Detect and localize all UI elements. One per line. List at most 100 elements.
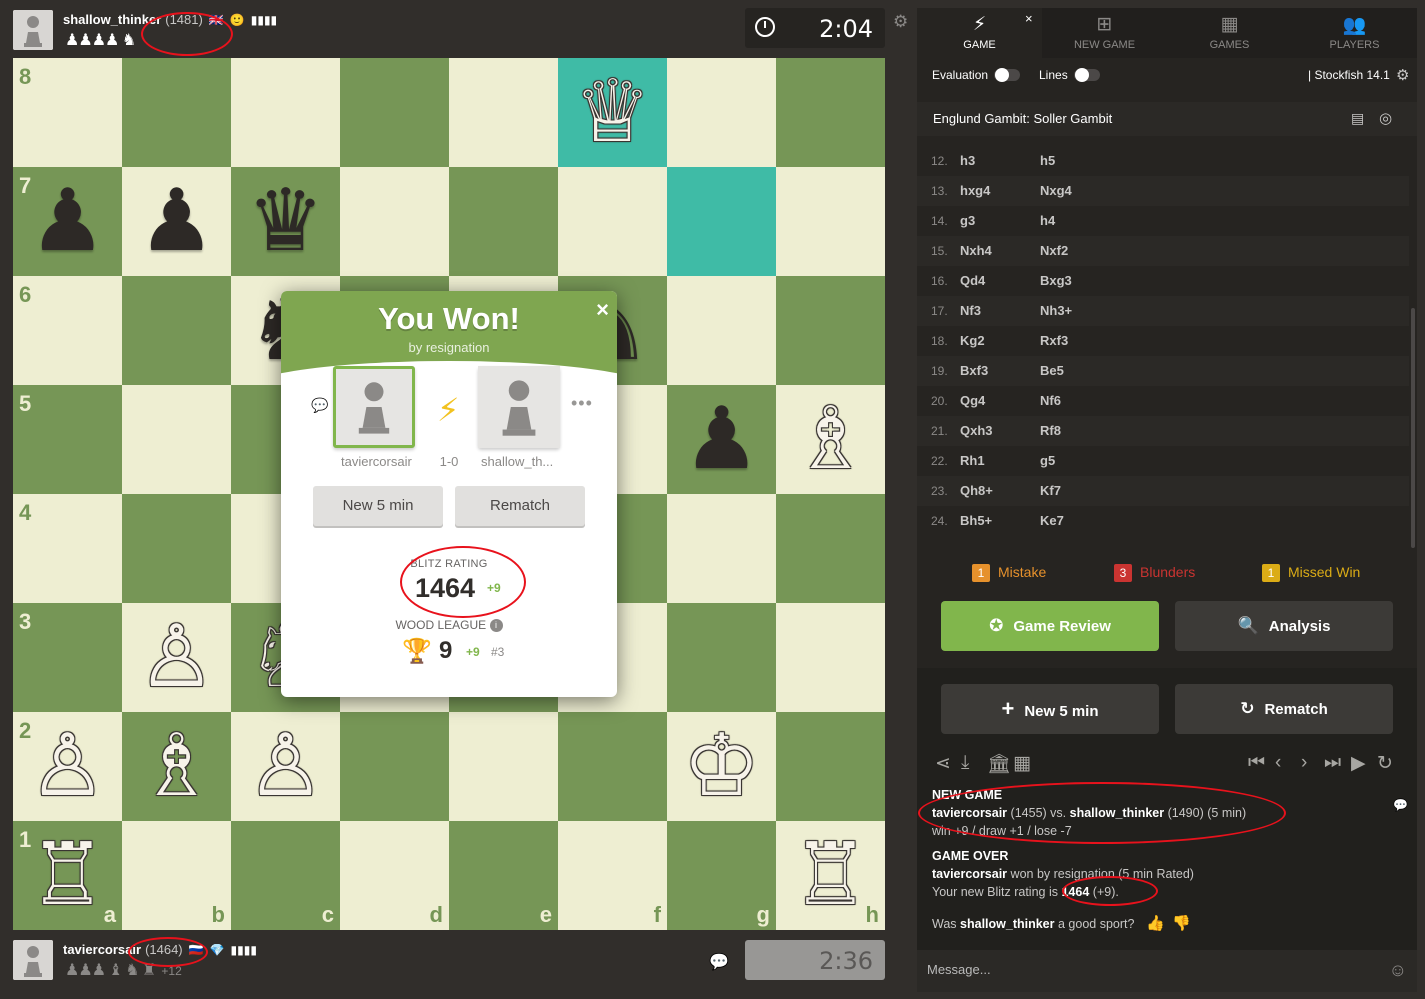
square-d2[interactable] [340, 712, 449, 821]
square-a1[interactable]: 1 a ♖ [13, 821, 122, 930]
white-move[interactable]: Qg4 [960, 393, 985, 408]
square-a5[interactable]: 5 [13, 385, 122, 494]
square-h8[interactable] [776, 58, 885, 167]
white-move[interactable]: h3 [960, 153, 975, 168]
white-move[interactable]: Kg2 [960, 333, 985, 348]
compass-icon[interactable]: ◎ [1379, 109, 1392, 127]
black-move[interactable]: h4 [1040, 213, 1055, 228]
next-move-icon[interactable]: › [1301, 752, 1307, 774]
white-move[interactable]: Qh8+ [960, 483, 993, 498]
square-f1[interactable]: f [558, 821, 667, 930]
square-h5[interactable]: ♗ [776, 385, 885, 494]
book-icon[interactable]: ▤ [1351, 110, 1364, 127]
square-h2[interactable] [776, 712, 885, 821]
thumbs-down-icon[interactable]: 👎 [1172, 915, 1191, 932]
black-move[interactable]: Ke7 [1040, 513, 1064, 528]
square-b6[interactable] [122, 276, 231, 385]
square-a7[interactable]: 7 ♟ [13, 167, 122, 276]
black-pawn[interactable]: ♟ [122, 167, 231, 276]
rematch-button[interactable]: ↻ Rematch [1175, 684, 1393, 734]
square-h3[interactable] [776, 603, 885, 712]
white-rook[interactable]: ♖ [776, 821, 885, 930]
new-game-button[interactable]: + New 5 min [941, 684, 1159, 734]
square-g5[interactable]: ♟ [667, 385, 776, 494]
chat-icon[interactable]: 💬 [311, 397, 328, 414]
square-g3[interactable] [667, 603, 776, 712]
chat-bubble-icon[interactable]: 💬 [709, 952, 729, 972]
square-f2[interactable] [558, 712, 667, 821]
museum-icon[interactable]: 🏛 [987, 752, 1011, 776]
square-h4[interactable] [776, 494, 885, 603]
modal-close-icon[interactable]: × [596, 297, 609, 323]
play-icon[interactable]: ▶ [1351, 752, 1366, 775]
square-d1[interactable]: d [340, 821, 449, 930]
square-a4[interactable]: 4 [13, 494, 122, 603]
square-d8[interactable] [340, 58, 449, 167]
board-settings-gear-icon[interactable]: ⚙ [893, 12, 908, 32]
white-move[interactable]: Bxf3 [960, 363, 988, 378]
square-c7[interactable]: ♛ [231, 167, 340, 276]
white-bishop[interactable]: ♗ [776, 385, 885, 494]
square-b5[interactable] [122, 385, 231, 494]
emoji-picker-icon[interactable]: ☺ [1389, 960, 1407, 981]
message-input[interactable]: Message... ☺ [917, 950, 1417, 992]
square-e1[interactable]: e [449, 821, 558, 930]
square-g1[interactable]: g [667, 821, 776, 930]
lines-toggle[interactable] [1074, 68, 1100, 82]
black-move[interactable]: Be5 [1040, 363, 1064, 378]
stat-blunders[interactable]: 3 Blunders [1114, 564, 1195, 582]
winner-avatar[interactable] [333, 366, 415, 448]
black-move[interactable]: h5 [1040, 153, 1055, 168]
loser-avatar[interactable] [478, 366, 560, 448]
square-f8[interactable]: ♕ [558, 58, 667, 167]
black-pawn[interactable]: ♟ [13, 167, 122, 276]
square-a6[interactable]: 6 [13, 276, 122, 385]
modal-new-game-button[interactable]: New 5 min [313, 486, 443, 526]
tab-players[interactable]: 👥 PLAYERS [1292, 8, 1417, 58]
opponent-avatar[interactable] [13, 10, 53, 50]
engine-name[interactable]: | Stockfish 14.1 [1308, 68, 1390, 82]
black-move[interactable]: g5 [1040, 453, 1055, 468]
board-view-icon[interactable]: ▦ [1013, 752, 1031, 775]
evaluation-toggle[interactable] [994, 68, 1020, 82]
square-c2[interactable]: ♙ [231, 712, 340, 821]
first-move-icon[interactable]: ⏮ [1248, 752, 1265, 774]
more-options-icon[interactable]: ••• [571, 393, 593, 414]
white-pawn[interactable]: ♙ [13, 712, 122, 821]
square-e2[interactable] [449, 712, 558, 821]
modal-rematch-button[interactable]: Rematch [455, 486, 585, 526]
square-b7[interactable]: ♟ [122, 167, 231, 276]
square-a8[interactable]: 8 [13, 58, 122, 167]
square-h6[interactable] [776, 276, 885, 385]
white-king[interactable]: ♔ [667, 712, 776, 821]
square-a3[interactable]: 3 [13, 603, 122, 712]
square-b2[interactable]: ♗ [122, 712, 231, 821]
black-move[interactable]: Nh3+ [1040, 303, 1072, 318]
square-g4[interactable] [667, 494, 776, 603]
square-e7[interactable] [449, 167, 558, 276]
black-move[interactable]: Nxf2 [1040, 243, 1068, 258]
black-move[interactable]: Bxg3 [1040, 273, 1072, 288]
square-b4[interactable] [122, 494, 231, 603]
tab-new-game[interactable]: ⊞ NEW GAME [1042, 8, 1167, 58]
square-c8[interactable] [231, 58, 340, 167]
tab-game[interactable]: ⚡ GAME [917, 8, 1042, 58]
share-icon[interactable]: ⋖ [935, 752, 951, 775]
white-move[interactable]: Rh1 [960, 453, 985, 468]
white-bishop[interactable]: ♗ [122, 712, 231, 821]
white-move[interactable]: Qd4 [960, 273, 985, 288]
square-e8[interactable] [449, 58, 558, 167]
thumbs-up-icon[interactable]: 👍 [1146, 915, 1165, 932]
square-g6[interactable] [667, 276, 776, 385]
stat-mistake[interactable]: 1 Mistake [972, 564, 1046, 582]
square-a2[interactable]: 2 ♙ [13, 712, 122, 821]
white-move[interactable]: Qxh3 [960, 423, 993, 438]
sport-name[interactable]: shallow_thinker [960, 917, 1054, 931]
square-g2[interactable]: ♔ [667, 712, 776, 821]
black-move[interactable]: Nf6 [1040, 393, 1061, 408]
log-winner[interactable]: taviercorsair [932, 867, 1007, 881]
white-move[interactable]: g3 [960, 213, 975, 228]
tab-close-icon[interactable]: × [1025, 11, 1033, 26]
white-move[interactable]: Bh5+ [960, 513, 992, 528]
black-move[interactable]: Nxg4 [1040, 183, 1072, 198]
